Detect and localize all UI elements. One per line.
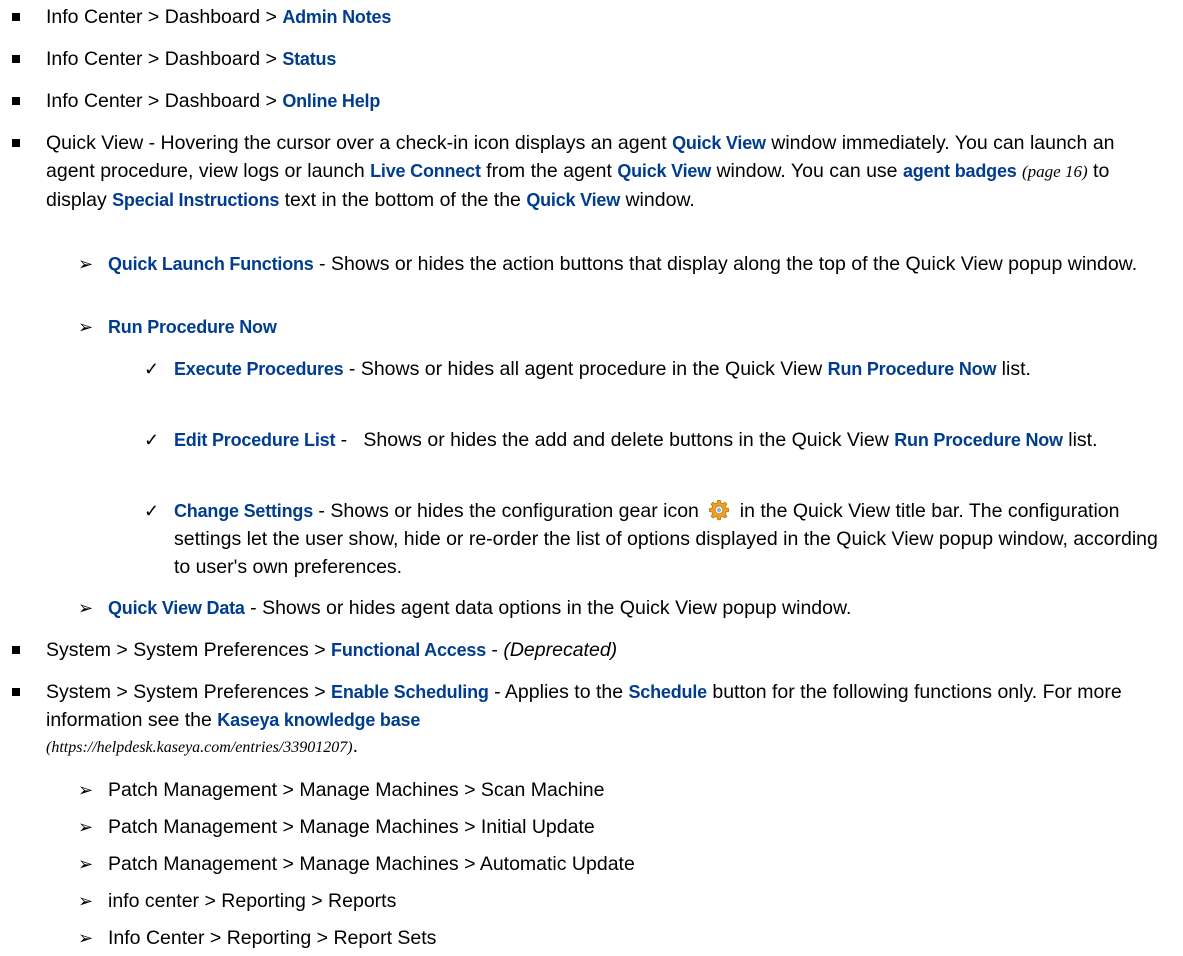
list-item-quick-view: Quick View - Hovering the cursor over a … xyxy=(0,129,1183,214)
square-bullet xyxy=(12,97,20,105)
deprecated-note: (Deprecated) xyxy=(503,639,618,661)
list-item-status: Info Center > Dashboard > Status xyxy=(0,45,1183,73)
square-bullet xyxy=(12,646,20,654)
enable-scheduling-text: - Applies to the xyxy=(488,681,629,703)
functional-access-link[interactable]: Functional Access xyxy=(331,640,486,660)
schedule-function-text: Patch Management > Manage Machines > Aut… xyxy=(108,853,635,875)
schedule-function-text: Info Center > Reporting > Report Sets xyxy=(108,927,437,949)
quick-view-link[interactable]: Quick View xyxy=(672,133,766,153)
breadcrumb-text: Info Center > Dashboard > xyxy=(46,90,283,112)
quick-view-data-description: - Shows or hides agent data options in t… xyxy=(244,597,852,619)
check-bullet-icon: ✓ xyxy=(144,359,160,379)
list-item-change-settings: ✓ Change Settings - Shows or hides the c… xyxy=(0,497,1183,581)
arrow-bullet-icon: ➢ xyxy=(78,854,94,874)
breadcrumb-text: System > System Preferences > xyxy=(46,681,332,703)
list-item-sched-4: ➢ Info Center > Reporting > Report Sets xyxy=(0,924,1183,952)
list-item-sched-0: ➢ Patch Management > Manage Machines > S… xyxy=(0,776,1183,804)
schedule-function-text: Patch Management > Manage Machines > Sca… xyxy=(108,779,605,801)
schedule-function-text: Patch Management > Manage Machines > Ini… xyxy=(108,816,595,838)
change-settings-description: - Shows or hides the configuration gear … xyxy=(313,500,705,522)
list-item-functional-access: System > System Preferences > Functional… xyxy=(0,636,1183,664)
square-bullet xyxy=(12,55,20,63)
breadcrumb-text: Info Center > Dashboard > xyxy=(46,48,283,70)
list-item-sched-1: ➢ Patch Management > Manage Machines > I… xyxy=(0,813,1183,841)
list-item-online-help: Info Center > Dashboard > Online Help xyxy=(0,87,1183,115)
quick-launch-functions-link[interactable]: Quick Launch Functions xyxy=(108,254,314,274)
arrow-bullet-icon: ➢ xyxy=(78,598,94,618)
schedule-link[interactable]: Schedule xyxy=(629,682,708,702)
status-link[interactable]: Status xyxy=(282,49,336,69)
enable-scheduling-link[interactable]: Enable Scheduling xyxy=(331,682,489,702)
list-item-quick-view-data: ➢ Quick View Data - Shows or hides agent… xyxy=(0,594,1183,622)
special-instructions-link[interactable]: Special Instructions xyxy=(112,190,279,210)
run-procedure-now-link[interactable]: Run Procedure Now xyxy=(894,430,1063,450)
run-procedure-now-link[interactable]: Run Procedure Now xyxy=(828,359,997,379)
edit-procedure-list-link[interactable]: Edit Procedure List xyxy=(174,430,335,450)
online-help-link[interactable]: Online Help xyxy=(282,91,380,111)
url-line: (https://helpdesk.kaseya.com/entries/339… xyxy=(46,734,1163,760)
separator-text: - xyxy=(486,639,504,661)
change-settings-link[interactable]: Change Settings xyxy=(174,501,313,521)
square-bullet xyxy=(12,139,20,147)
period: . xyxy=(352,735,359,757)
quick-launch-description: - Shows or hides the action buttons that… xyxy=(313,253,1138,275)
arrow-bullet-icon: ➢ xyxy=(78,928,94,948)
agent-badges-link[interactable]: agent badges xyxy=(903,161,1017,181)
list-item-quick-launch-functions: ➢ Quick Launch Functions - Shows or hide… xyxy=(0,250,1183,278)
quick-view-text: window. You can use xyxy=(711,160,903,182)
list-suffix: list. xyxy=(996,358,1031,380)
list-item-sched-3: ➢ info center > Reporting > Reports xyxy=(0,887,1183,915)
quick-view-text: text in the bottom of the the xyxy=(279,189,527,211)
arrow-bullet-icon: ➢ xyxy=(78,891,94,911)
list-item-execute-procedures: ✓ Execute Procedures - Shows or hides al… xyxy=(0,355,1183,383)
gear-icon xyxy=(709,500,730,521)
execute-procedures-link[interactable]: Execute Procedures xyxy=(174,359,344,379)
edit-procedure-list-description: - Shows or hides the add and delete butt… xyxy=(335,429,895,451)
run-procedure-now-link[interactable]: Run Procedure Now xyxy=(108,317,277,337)
arrow-bullet-icon: ➢ xyxy=(78,254,94,274)
schedule-function-text: info center > Reporting > Reports xyxy=(108,890,397,912)
quick-view-text: window. xyxy=(620,189,695,211)
quick-view-data-link[interactable]: Quick View Data xyxy=(108,598,245,618)
square-bullet xyxy=(12,13,20,21)
quick-view-text: Quick View - Hovering the cursor over a … xyxy=(46,132,673,154)
knowledge-base-url: (https://helpdesk.kaseya.com/entries/339… xyxy=(46,739,353,756)
list-item-enable-scheduling: System > System Preferences > Enable Sch… xyxy=(0,678,1183,760)
list-item-run-procedure-now: ➢ Run Procedure Now xyxy=(0,313,1183,341)
quick-view-text: from the agent xyxy=(480,160,618,182)
quick-view-link[interactable]: Quick View xyxy=(617,161,711,181)
arrow-bullet-icon: ➢ xyxy=(78,780,94,800)
quick-view-link[interactable]: Quick View xyxy=(526,190,620,210)
list-item-edit-procedure-list: ✓ Edit Procedure List - Shows or hides t… xyxy=(0,426,1183,454)
arrow-bullet-icon: ➢ xyxy=(78,817,94,837)
list-suffix: list. xyxy=(1062,429,1098,451)
arrow-bullet-icon: ➢ xyxy=(78,317,94,337)
check-bullet-icon: ✓ xyxy=(144,501,160,521)
breadcrumb-text: Info Center > Dashboard > xyxy=(46,6,283,28)
page-reference: (page 16) xyxy=(1022,162,1088,181)
kaseya-knowledge-base-link[interactable]: Kaseya knowledge base xyxy=(217,710,420,730)
admin-notes-link[interactable]: Admin Notes xyxy=(282,7,391,27)
breadcrumb-text: System > System Preferences > xyxy=(46,639,332,661)
execute-procedures-description: - Shows or hides all agent procedure in … xyxy=(343,358,828,380)
list-item-admin-notes: Info Center > Dashboard > Admin Notes xyxy=(0,3,1183,31)
live-connect-link[interactable]: Live Connect xyxy=(370,161,481,181)
list-item-sched-2: ➢ Patch Management > Manage Machines > A… xyxy=(0,850,1183,878)
check-bullet-icon: ✓ xyxy=(144,430,160,450)
square-bullet xyxy=(12,688,20,696)
